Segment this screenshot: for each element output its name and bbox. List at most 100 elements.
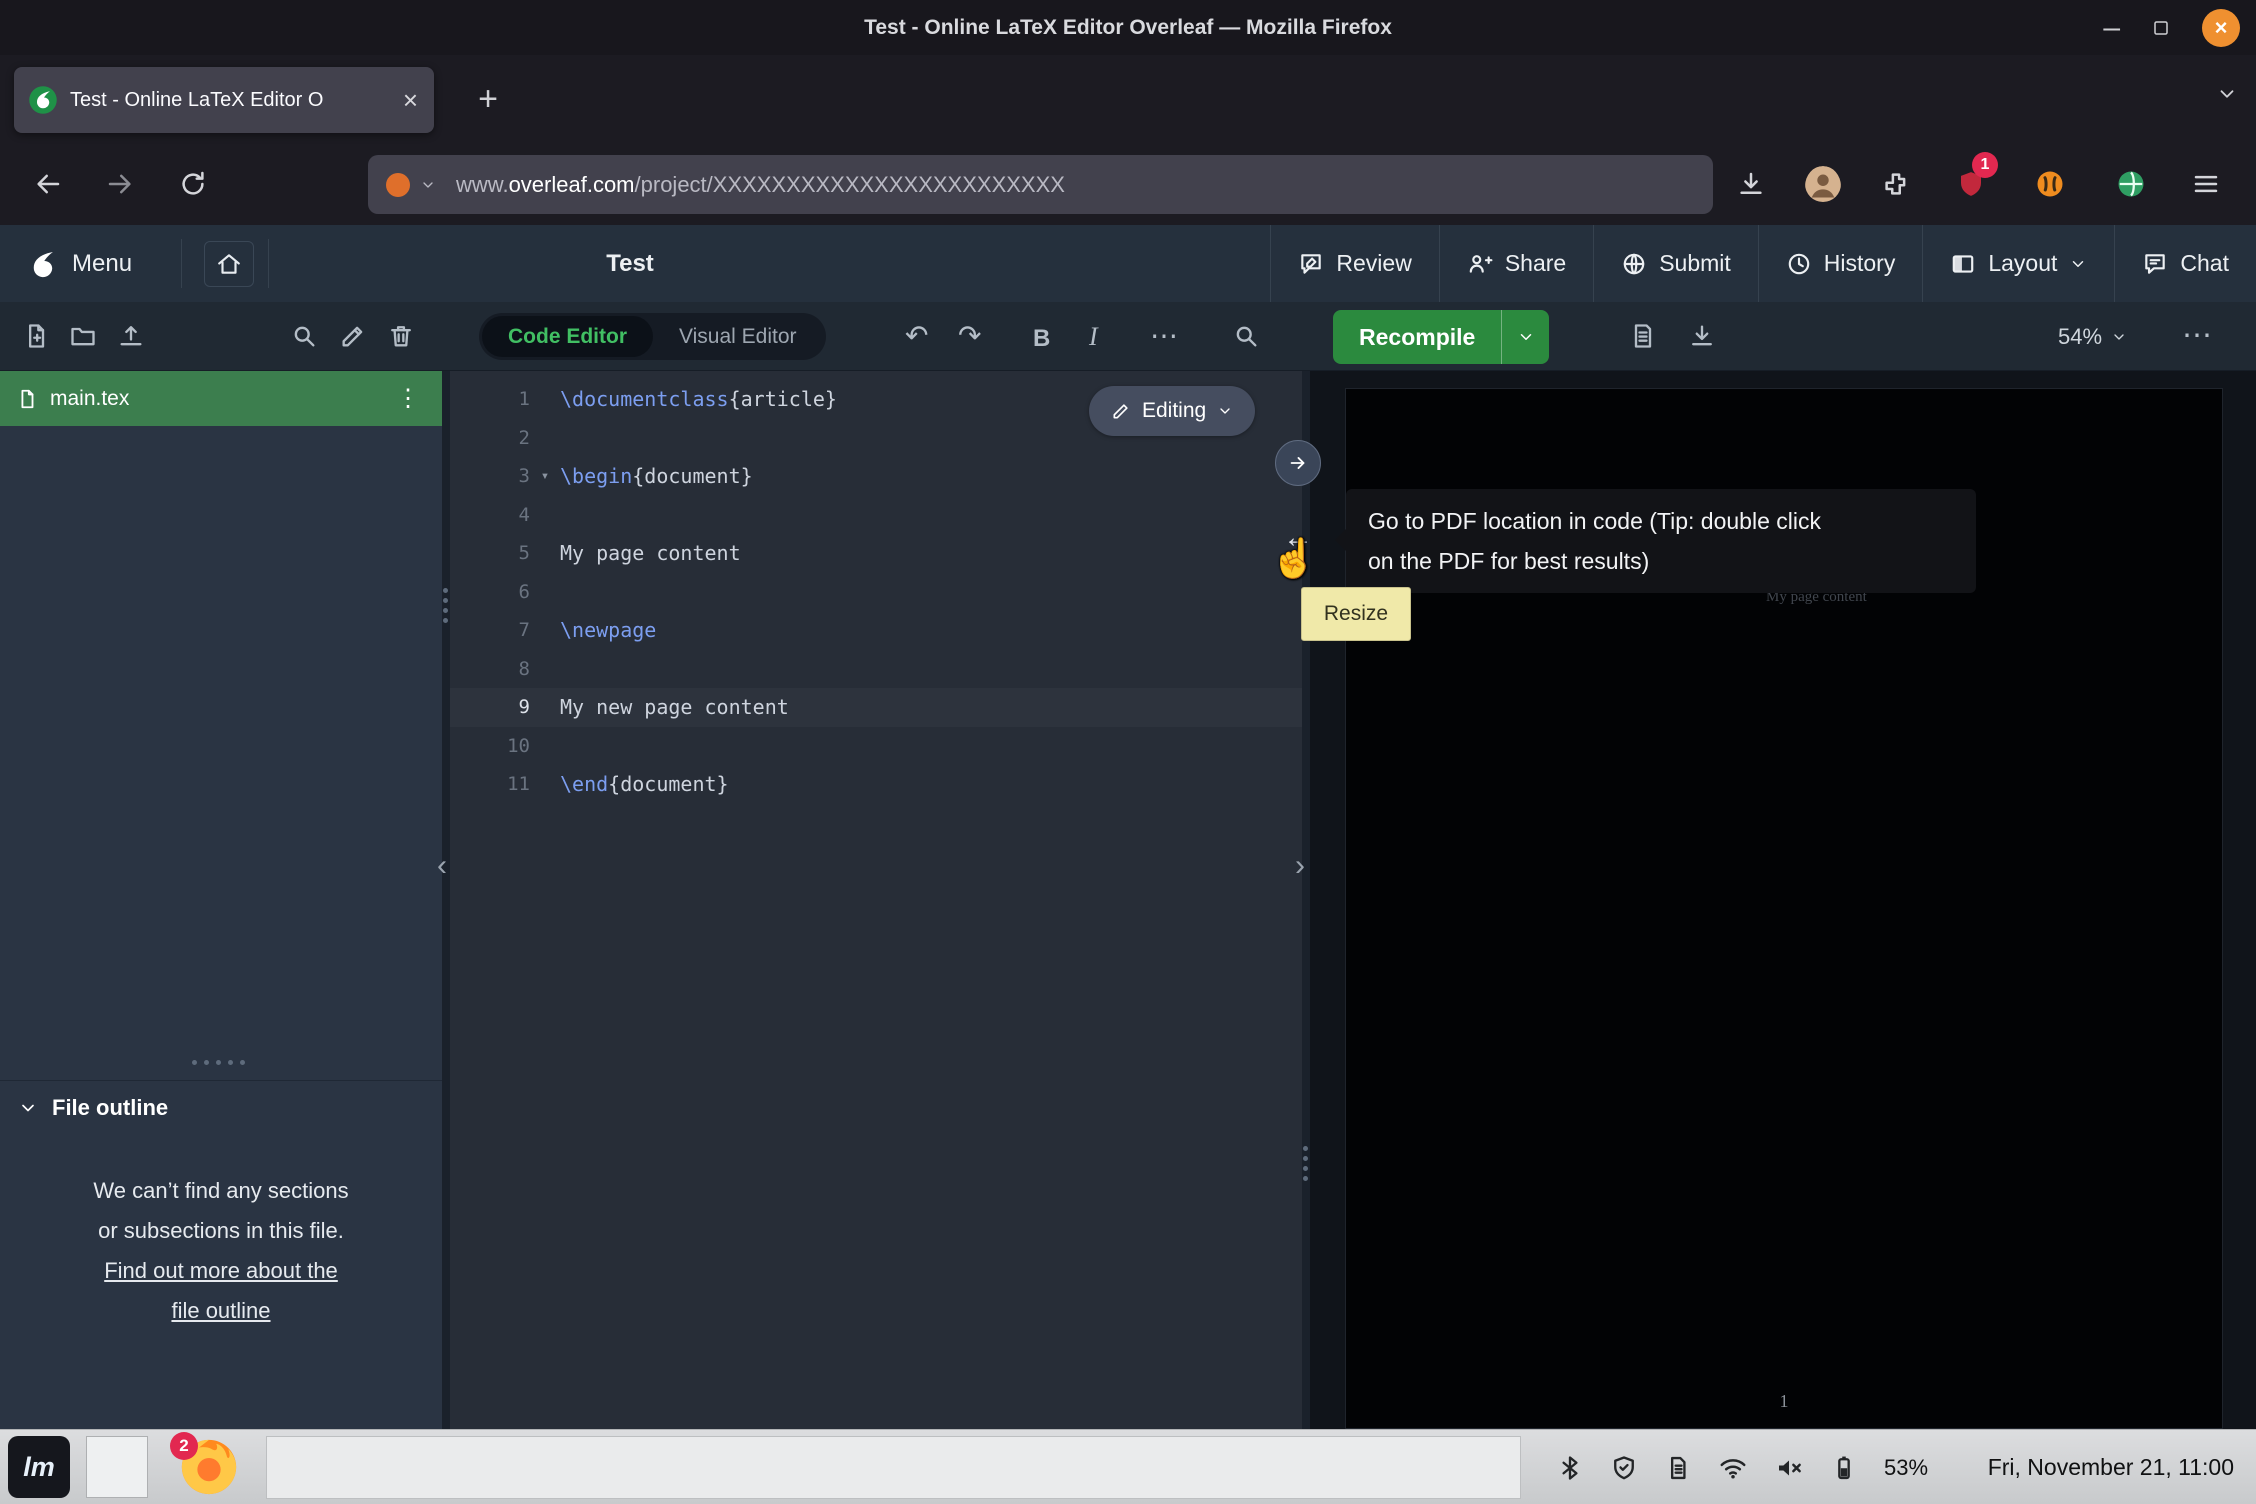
url-text: www.overleaf.com/project/XXXXXXXXXXXXXXX… xyxy=(456,172,1065,198)
account-avatar[interactable] xyxy=(1805,166,1841,207)
chevron-down-icon xyxy=(18,1098,38,1118)
hamburger-menu-icon[interactable] xyxy=(2191,169,2221,199)
collapse-sidebar-chevron[interactable]: ‹ xyxy=(437,849,447,883)
new-tab-button[interactable]: + xyxy=(462,73,514,125)
extensions-icon[interactable] xyxy=(1881,169,1911,199)
privacy-badger-addon-icon[interactable] xyxy=(2035,169,2065,204)
code-editor-tab[interactable]: Code Editor xyxy=(482,316,653,357)
line-number: 11 xyxy=(450,773,530,795)
fold-caret-icon[interactable]: ▾ xyxy=(530,468,560,484)
browser-tabbar: Test - Online LaTeX Editor O × + xyxy=(0,55,2256,144)
expand-pdf-chevron[interactable]: › xyxy=(1295,849,1305,883)
system-tray: 53% xyxy=(1556,1430,1928,1504)
recompile-options-chevron[interactable] xyxy=(1501,310,1549,364)
editing-mode-dropdown[interactable]: Editing xyxy=(1089,386,1255,436)
code-line[interactable]: 11 \end{document} xyxy=(450,765,1302,804)
recompile-button-group: Recompile xyxy=(1333,310,1549,364)
review-button[interactable]: Review xyxy=(1270,225,1438,302)
code-text: \documentclass{article} xyxy=(560,387,837,411)
identity-chevron-icon[interactable] xyxy=(420,177,436,193)
code-line[interactable]: 4 xyxy=(450,496,1302,535)
browser-tab[interactable]: Test - Online LaTeX Editor O × xyxy=(14,67,434,133)
italic-button[interactable]: I xyxy=(1089,318,1098,356)
new-folder-icon[interactable] xyxy=(69,322,97,350)
reload-icon[interactable] xyxy=(178,169,208,199)
url-bar[interactable]: www.overleaf.com/project/XXXXXXXXXXXXXXX… xyxy=(368,155,1713,214)
sync-to-pdf-button[interactable] xyxy=(1275,440,1321,486)
battery-icon[interactable] xyxy=(1830,1454,1858,1482)
divider-drag-dots[interactable] xyxy=(1303,1146,1308,1181)
code-text: \newpage xyxy=(560,618,656,642)
submit-button[interactable]: Submit xyxy=(1593,225,1758,302)
divider-drag-dots[interactable] xyxy=(443,588,448,623)
code-line[interactable]: 7\newpage xyxy=(450,611,1302,650)
code-line[interactable]: 3▾\begin{document} xyxy=(450,457,1302,496)
code-line[interactable]: 10 xyxy=(450,727,1302,766)
undo-icon[interactable]: ↶ xyxy=(905,317,928,355)
maximize-button[interactable] xyxy=(2152,19,2170,37)
visual-editor-tab[interactable]: Visual Editor xyxy=(653,316,823,357)
chat-icon xyxy=(2142,251,2168,277)
code-text: \end{document} xyxy=(560,772,729,796)
new-file-icon[interactable] xyxy=(22,322,50,350)
file-outline-header[interactable]: File outline xyxy=(0,1080,442,1134)
adblock-badge: 1 xyxy=(1972,152,1998,178)
code-editor-pane[interactable]: 1\documentclass{article}23▾\begin{docume… xyxy=(450,371,1302,1429)
window-list-area[interactable] xyxy=(266,1436,1521,1499)
delete-trash-icon[interactable] xyxy=(387,322,415,350)
list-tabs-chevron-icon[interactable] xyxy=(2216,83,2238,105)
overleaf-favicon xyxy=(28,85,58,115)
share-button[interactable]: Share xyxy=(1439,225,1593,302)
line-number: 10 xyxy=(450,735,530,757)
pdf-overflow-icon[interactable]: ⋯ xyxy=(2182,317,2212,355)
code-line[interactable]: 9My new page content xyxy=(450,688,1302,727)
file-outline-link[interactable]: Find out more about the file outline xyxy=(0,1251,442,1331)
show-desktop-button[interactable] xyxy=(86,1436,148,1498)
download-pdf-icon[interactable] xyxy=(1688,322,1716,350)
window-title: Test - Online LaTeX Editor Overleaf — Mo… xyxy=(864,16,1392,40)
hand-cursor: ☝ xyxy=(1270,537,1317,581)
file-tree-item-main-tex[interactable]: main.tex ⋮ xyxy=(0,371,442,426)
search-icon[interactable] xyxy=(1232,322,1260,350)
code-line[interactable]: 6 xyxy=(450,573,1302,612)
recompile-button[interactable]: Recompile xyxy=(1333,310,1501,364)
zoom-value: 54% xyxy=(2058,324,2102,350)
menu-button[interactable]: Menu xyxy=(26,225,132,302)
code-line[interactable]: 8 xyxy=(450,650,1302,689)
app-launcher-button[interactable]: lm xyxy=(8,1436,70,1498)
close-button[interactable]: × xyxy=(2202,9,2240,47)
chat-button[interactable]: Chat xyxy=(2114,225,2256,302)
pdf-zoom-dropdown[interactable]: 54% xyxy=(2058,302,2127,371)
battery-percent: 53% xyxy=(1884,1455,1928,1481)
forward-icon[interactable] xyxy=(105,169,135,199)
history-button[interactable]: History xyxy=(1758,225,1923,302)
code-line[interactable]: 5My page content xyxy=(450,534,1302,573)
compile-log-icon[interactable] xyxy=(1629,322,1657,350)
overleaf-logo xyxy=(26,247,60,281)
format-overflow-icon[interactable]: ⋯ xyxy=(1150,317,1178,355)
layout-button[interactable]: Layout xyxy=(1922,225,2114,302)
volume-muted-icon[interactable] xyxy=(1774,1453,1804,1483)
bold-button[interactable]: B xyxy=(1033,320,1050,358)
notifications-icon[interactable] xyxy=(1664,1454,1692,1482)
rename-pencil-icon[interactable] xyxy=(339,322,367,350)
bluetooth-icon[interactable] xyxy=(1556,1454,1584,1482)
globe-addon-icon[interactable] xyxy=(2116,169,2146,204)
find-file-icon[interactable] xyxy=(290,322,318,350)
downloads-icon[interactable] xyxy=(1736,169,1766,199)
security-shield-icon[interactable] xyxy=(1610,1454,1638,1482)
sidebar-editor-divider[interactable] xyxy=(442,371,450,1429)
wifi-icon[interactable] xyxy=(1718,1453,1748,1483)
tab-close-icon[interactable]: × xyxy=(401,85,420,116)
site-identity-icon[interactable] xyxy=(386,173,410,197)
home-button[interactable] xyxy=(204,241,254,287)
minimize-button[interactable]: – xyxy=(2103,13,2120,43)
outline-resize-handle[interactable] xyxy=(192,1060,245,1065)
chevron-down-icon xyxy=(1217,403,1233,419)
upload-icon[interactable] xyxy=(117,322,145,350)
file-menu-kebab-icon[interactable]: ⋮ xyxy=(390,384,426,413)
back-icon[interactable] xyxy=(33,169,63,199)
taskbar-clock[interactable]: Fri, November 21, 11:00 xyxy=(1988,1430,2234,1504)
menu-label: Menu xyxy=(72,250,132,278)
redo-icon[interactable]: ↷ xyxy=(958,317,981,355)
